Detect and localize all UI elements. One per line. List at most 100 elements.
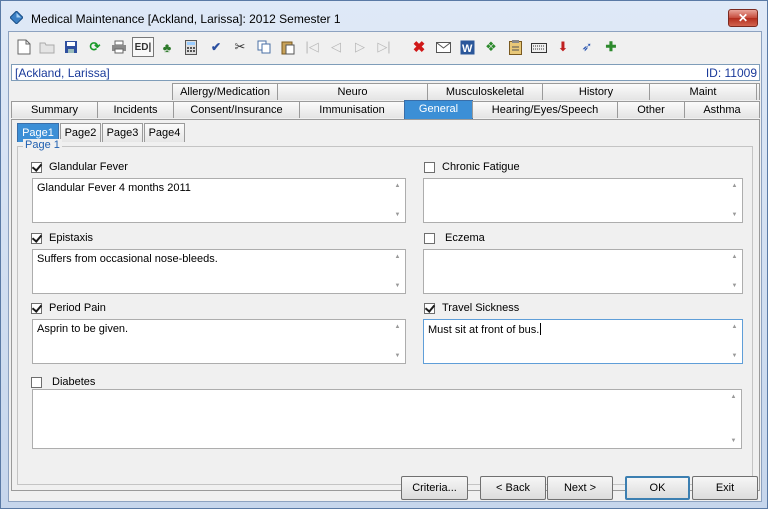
tab-asthma[interactable]: Asthma xyxy=(684,101,760,118)
checkbox-label: Diabetes xyxy=(52,376,96,388)
tab-allergy-medication[interactable]: Allergy/Medication xyxy=(172,83,278,100)
general-tab-panel: Page1 Page2 Page3 Page4 Page 1 Glandular… xyxy=(11,119,760,491)
open-folder-icon[interactable] xyxy=(37,37,57,57)
tab-hearing-eyes-speech[interactable]: Hearing/Eyes/Speech xyxy=(472,101,618,118)
export-icon[interactable]: ❖ xyxy=(481,37,501,57)
scroll-up-icon[interactable]: ▲ xyxy=(391,251,404,263)
scroll-up-icon[interactable]: ▲ xyxy=(728,251,741,263)
eczema-checkbox[interactable]: Eczema xyxy=(424,230,485,246)
diabetes-notes[interactable]: ▲ ▼ xyxy=(32,389,742,449)
vertical-scrollbar[interactable]: ▲ ▼ xyxy=(728,321,741,362)
close-button[interactable]: ✕ xyxy=(728,9,758,27)
tab-musculoskeletal[interactable]: Musculoskeletal xyxy=(427,83,543,100)
new-document-icon[interactable] xyxy=(14,37,34,57)
tab-other[interactable]: Other xyxy=(617,101,685,118)
medical-maintenance-window: Medical Maintenance [Ackland, Larissa]: … xyxy=(0,0,768,509)
next-button[interactable]: Next > xyxy=(547,476,613,500)
epistaxis-checkbox[interactable]: Epistaxis xyxy=(31,230,93,246)
tab-incidents[interactable]: Incidents xyxy=(97,101,174,118)
scroll-down-icon[interactable]: ▼ xyxy=(391,350,404,362)
period-pain-notes[interactable]: Asprin to be given. ▲ ▼ xyxy=(32,319,406,364)
keyboard-icon[interactable] xyxy=(529,37,549,57)
travel-sickness-checkbox[interactable]: Travel Sickness xyxy=(424,300,519,316)
window-title: Medical Maintenance [Ackland, Larissa]: … xyxy=(31,12,341,26)
checkbox-label: Period Pain xyxy=(49,302,106,314)
eczema-notes[interactable]: ▲ ▼ xyxy=(423,249,743,294)
checkbox-box xyxy=(31,161,42,173)
ok-button[interactable]: OK xyxy=(625,476,690,500)
tab-summary[interactable]: Summary xyxy=(11,101,98,118)
patient-id: ID: 11009 xyxy=(705,66,757,80)
tab-neuro[interactable]: Neuro xyxy=(277,83,428,100)
glandular-fever-notes[interactable]: Glandular Fever 4 months 2011 ▲ ▼ xyxy=(32,178,406,223)
spellcheck-icon[interactable]: ✔ xyxy=(206,37,226,57)
checkbox-box xyxy=(424,302,435,314)
toolbar: ⟳ ED| ♣ ✔ ✂ |◁ ◁ ▷ ▷| ✖ W ❖ ⬇ ➶ ✚ xyxy=(9,32,761,62)
exit-button[interactable]: Exit xyxy=(692,476,758,500)
glandular-fever-checkbox[interactable]: Glandular Fever xyxy=(31,159,128,175)
vertical-scrollbar[interactable]: ▲ ▼ xyxy=(727,391,740,447)
checkbox-box xyxy=(31,376,42,388)
page-1-group: Page 1 Glandular Fever Glandular Fever 4… xyxy=(17,139,753,485)
paste-icon[interactable] xyxy=(278,37,298,57)
edit-icon[interactable]: ED| xyxy=(132,37,154,57)
scroll-down-icon[interactable]: ▼ xyxy=(727,435,740,447)
vertical-scrollbar[interactable]: ▲ ▼ xyxy=(391,180,404,221)
scroll-down-icon[interactable]: ▼ xyxy=(391,209,404,221)
vertical-scrollbar[interactable]: ▲ ▼ xyxy=(728,180,741,221)
add-record-icon[interactable]: ✚ xyxy=(601,37,621,57)
email-icon[interactable] xyxy=(433,37,453,57)
tree-icon[interactable]: ♣ xyxy=(157,37,177,57)
vertical-scrollbar[interactable]: ▲ ▼ xyxy=(728,251,741,292)
previous-record-icon[interactable]: ◁ xyxy=(326,37,346,57)
back-button[interactable]: < Back xyxy=(480,476,546,500)
period-pain-checkbox[interactable]: Period Pain xyxy=(31,300,106,316)
last-record-icon[interactable]: ▷| xyxy=(374,37,394,57)
refresh-icon[interactable]: ⟳ xyxy=(85,37,105,57)
memo-text: Must sit at front of bus. xyxy=(428,323,542,336)
tab-maint[interactable]: Maint xyxy=(649,83,757,100)
scroll-down-icon[interactable]: ▼ xyxy=(728,280,741,292)
cut-icon[interactable]: ✂ xyxy=(230,37,250,57)
diabetes-checkbox[interactable]: Diabetes xyxy=(31,374,95,390)
clipboard-icon[interactable] xyxy=(505,37,525,57)
scroll-down-icon[interactable]: ▼ xyxy=(391,280,404,292)
vertical-scrollbar[interactable]: ▲ ▼ xyxy=(391,321,404,362)
scroll-up-icon[interactable]: ▲ xyxy=(727,391,740,403)
print-icon[interactable] xyxy=(109,37,129,57)
scroll-up-icon[interactable]: ▲ xyxy=(728,321,741,333)
chronic-fatigue-checkbox[interactable]: Chronic Fatigue xyxy=(424,159,520,175)
copy-icon[interactable] xyxy=(254,37,274,57)
criteria-button[interactable]: Criteria... xyxy=(401,476,468,500)
checkbox-label: Epistaxis xyxy=(49,232,94,244)
import-icon[interactable]: ⬇ xyxy=(553,37,573,57)
vertical-scrollbar[interactable]: ▲ ▼ xyxy=(391,251,404,292)
first-record-icon[interactable]: |◁ xyxy=(302,37,322,57)
scroll-up-icon[interactable]: ▲ xyxy=(391,180,404,192)
tab-history[interactable]: History xyxy=(542,83,650,100)
scroll-down-icon[interactable]: ▼ xyxy=(728,350,741,362)
tag-icon[interactable]: ➶ xyxy=(577,37,597,57)
chronic-fatigue-notes[interactable]: ▲ ▼ xyxy=(423,178,743,223)
scroll-down-icon[interactable]: ▼ xyxy=(728,209,741,221)
patient-bar: [Ackland, Larissa] ID: 11009 xyxy=(11,64,760,81)
word-icon[interactable]: W xyxy=(457,37,477,57)
scroll-up-icon[interactable]: ▲ xyxy=(728,180,741,192)
page-tab-3[interactable]: Page3 xyxy=(102,123,143,142)
app-diamond-icon xyxy=(10,11,23,24)
page-tab-2[interactable]: Page2 xyxy=(60,123,101,142)
svg-text:W: W xyxy=(462,43,473,55)
delete-icon[interactable]: ✖ xyxy=(409,37,429,57)
scroll-up-icon[interactable]: ▲ xyxy=(391,321,404,333)
next-record-icon[interactable]: ▷ xyxy=(350,37,370,57)
save-icon[interactable] xyxy=(61,37,81,57)
page-tab-4[interactable]: Page4 xyxy=(144,123,185,142)
epistaxis-notes[interactable]: Suffers from occasional nose-bleeds. ▲ ▼ xyxy=(32,249,406,294)
title-bar[interactable]: Medical Maintenance [Ackland, Larissa]: … xyxy=(1,1,767,31)
calculator-icon[interactable] xyxy=(181,37,201,57)
tab-consent-insurance[interactable]: Consent/Insurance xyxy=(173,101,300,118)
travel-sickness-notes[interactable]: Must sit at front of bus. ▲ ▼ xyxy=(423,319,743,364)
tab-immunisation[interactable]: Immunisation xyxy=(299,101,405,118)
tab-general[interactable]: General xyxy=(404,100,473,119)
tab-userform[interactable] xyxy=(756,83,760,100)
